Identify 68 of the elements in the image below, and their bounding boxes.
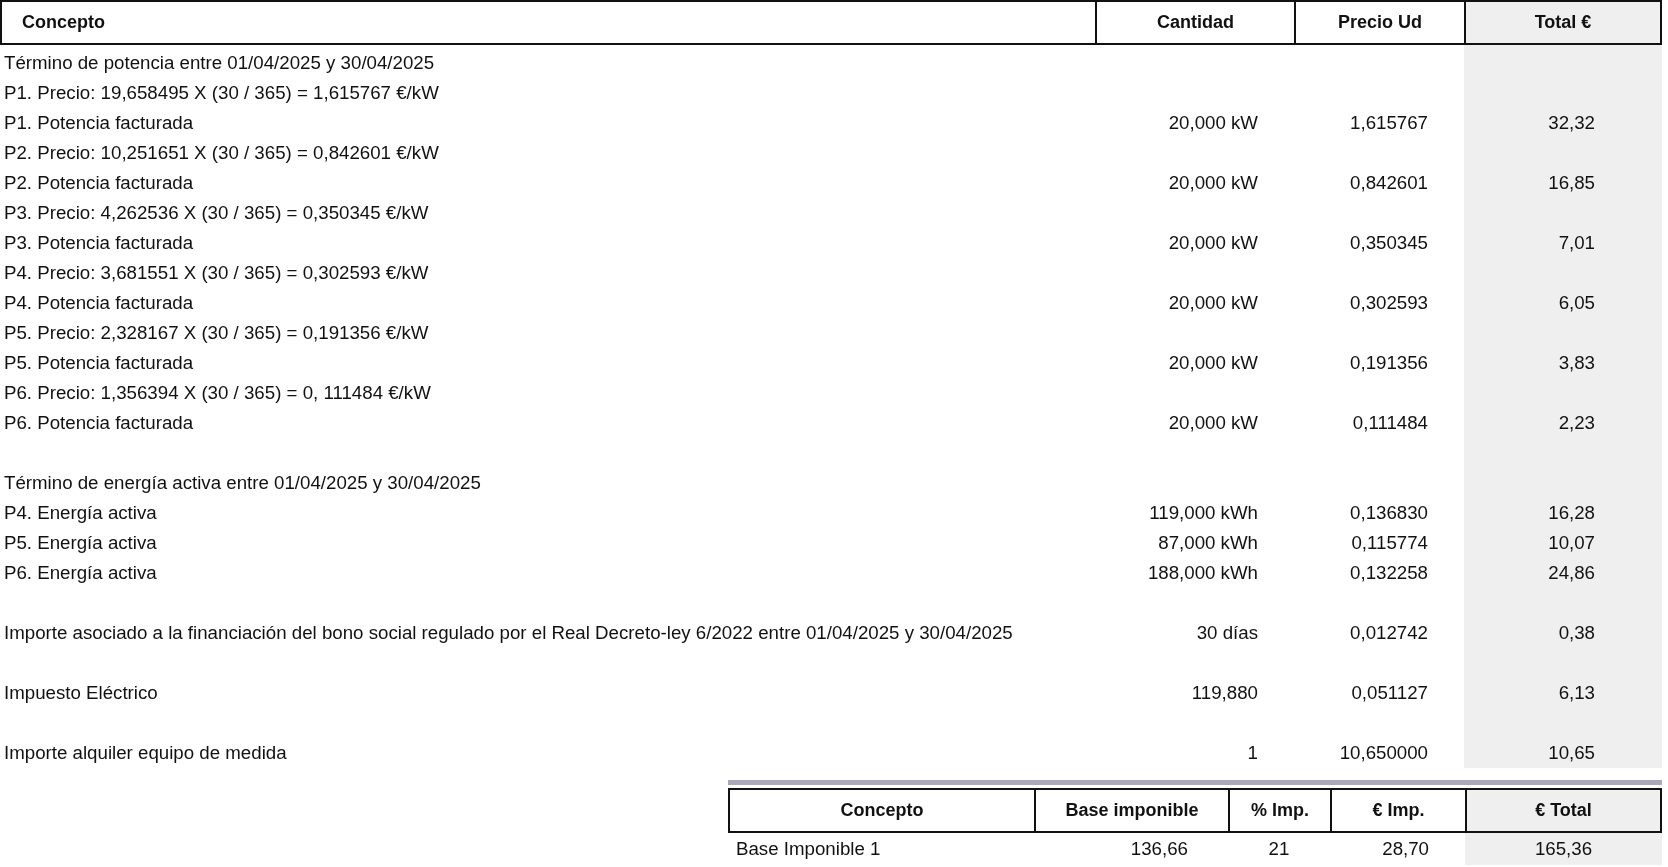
table-cell-text: 6,05 — [1558, 290, 1595, 315]
table-cell-text: P6. Potencia facturada — [4, 410, 194, 435]
table-cell-text: P2. Potencia facturada — [4, 170, 194, 195]
table-cell-text: Importe asociado a la financiación del bono social regulado por el Real Decreto-ley 6/2022 entre 01/04/2025 y 30/04/2025 — [4, 620, 1013, 645]
table-cell-text: 28,70 — [1382, 836, 1429, 861]
column-header: Cantidad — [1095, 0, 1294, 45]
table-cell-text: 87,000 kWh — [1158, 530, 1258, 555]
table-cell-text: 20,000 kW — [1168, 170, 1258, 195]
table-cell-text: P4. Potencia facturada — [4, 290, 194, 315]
table-cell-text: 16,28 — [1548, 500, 1595, 525]
table-cell-text: 32,32 — [1548, 110, 1595, 135]
section-heading: P5. Precio: 2,328167 X (30 / 365) = 0,191356 €/kW — [4, 320, 429, 345]
table-cell-text: 0,132258 — [1350, 560, 1428, 585]
table-cell-text: 10,65 — [1548, 740, 1595, 765]
column-header: Base imponible — [1034, 788, 1228, 833]
table-cell-text: 20,000 kW — [1168, 110, 1258, 135]
section-heading: P3. Precio: 4,262536 X (30 / 365) = 0,350345 €/kW — [4, 200, 429, 225]
table-cell-text: 7,01 — [1558, 230, 1595, 255]
table-cell-text: 0,111484 — [1352, 410, 1428, 435]
table-cell-text: 30 días — [1196, 620, 1258, 645]
table-cell-text: 3,83 — [1558, 350, 1595, 375]
table-cell-text: Importe alquiler equipo de medida — [4, 740, 287, 765]
table-cell-text: 20,000 kW — [1168, 290, 1258, 315]
table-cell-text: 119,000 kWh — [1149, 500, 1258, 525]
table-cell-text: 1,615767 — [1350, 110, 1428, 135]
table-cell-text: 20,000 kW — [1168, 230, 1258, 255]
section-heading: P1. Precio: 19,658495 X (30 / 365) = 1,615767 €/kW — [4, 80, 439, 105]
table-cell-text: 2,23 — [1558, 410, 1595, 435]
table-cell-text: 20,000 kW — [1168, 410, 1258, 435]
table-cell-text: 0,350345 — [1350, 230, 1428, 255]
column-header: % Imp. — [1228, 788, 1330, 833]
table-cell-text: 0,115774 — [1351, 530, 1428, 555]
table-cell-text: Impuesto Eléctrico — [4, 680, 158, 705]
section-heading: P2. Precio: 10,251651 X (30 / 365) = 0,842601 €/kW — [4, 140, 439, 165]
table-cell-text: 0,051127 — [1351, 680, 1428, 705]
table-cell-text: 6,13 — [1558, 680, 1595, 705]
column-header: Concepto — [0, 0, 1095, 45]
table-cell-text: 165,36 — [1534, 836, 1593, 861]
table-cell-text: 0,191356 — [1350, 350, 1428, 375]
column-header: Total € — [1464, 0, 1662, 45]
table-cell-text: P3. Potencia facturada — [4, 230, 194, 255]
table-cell-text: 21 — [1268, 836, 1290, 861]
table-cell-text: 16,85 — [1548, 170, 1595, 195]
table-cell-text: 188,000 kWh — [1147, 560, 1258, 585]
table-cell-text: Base Imponible 1 — [736, 836, 881, 861]
table-cell-text: 0,012742 — [1350, 620, 1428, 645]
table-cell-text: 136,66 — [1130, 836, 1188, 861]
table-cell-text: 119,880 — [1191, 680, 1258, 705]
section-heading: Término de potencia entre 01/04/2025 y 30/04/2025 — [4, 50, 435, 75]
section-heading: P4. Precio: 3,681551 X (30 / 365) = 0,302593 €/kW — [4, 260, 429, 285]
table-cell-text: 1 — [1247, 740, 1258, 765]
table-cell-text: P6. Energía activa — [4, 560, 157, 585]
table-cell-text: 10,650000 — [1339, 740, 1428, 765]
column-header: € Total — [1465, 788, 1662, 833]
section-heading: Término de energía activa entre 01/04/2025 y 30/04/2025 — [4, 470, 481, 495]
column-header: Concepto — [728, 788, 1034, 833]
table-cell-text: P5. Energía activa — [4, 530, 157, 555]
table-cell-text: P4. Energía activa — [4, 500, 157, 525]
table-cell-text: P5. Potencia facturada — [4, 350, 194, 375]
table-cell-text: 20,000 kW — [1168, 350, 1258, 375]
table-cell-text: 24,86 — [1548, 560, 1595, 585]
table-cell-text: P1. Potencia facturada — [4, 110, 194, 135]
table-cell-text: 0,38 — [1558, 620, 1595, 645]
table-cell-text: 0,302593 — [1350, 290, 1428, 315]
table-cell-text: 10,07 — [1548, 530, 1595, 555]
table-cell-text: 0,842601 — [1350, 170, 1428, 195]
section-heading: P6. Precio: 1,356394 X (30 / 365) = 0, 111484 €/kW — [4, 380, 431, 405]
table-cell-text: 0,136830 — [1350, 500, 1428, 525]
